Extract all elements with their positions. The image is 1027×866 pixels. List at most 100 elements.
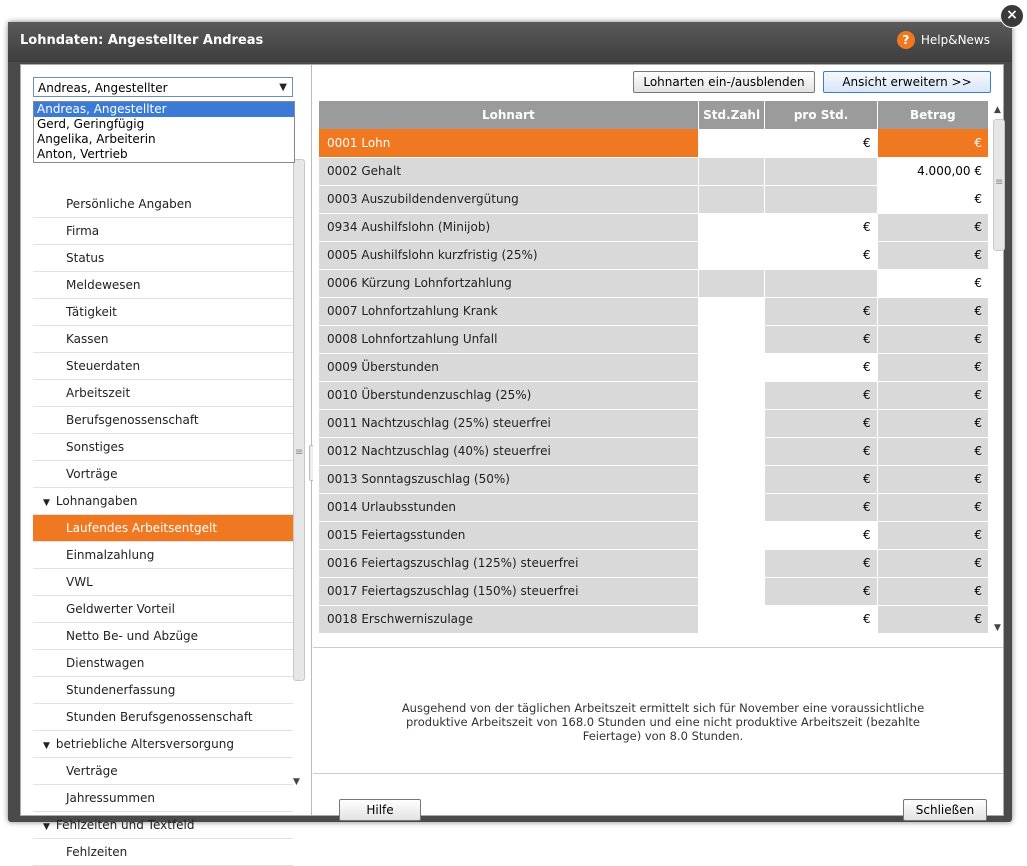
table-row[interactable]: 0010 Überstundenzuschlag (25%) € € xyxy=(319,381,990,410)
amount-cell[interactable]: € xyxy=(877,325,990,354)
amount-cell[interactable]: € xyxy=(877,549,990,578)
nav-item-vorträge[interactable]: Vorträge xyxy=(33,461,293,488)
table-row[interactable]: 0014 Urlaubsstunden € € xyxy=(319,493,990,522)
chevron-down-icon[interactable]: ▼ xyxy=(279,78,287,98)
nav-label[interactable]: Lohnangaben xyxy=(56,494,138,508)
amount-cell[interactable]: € xyxy=(877,381,990,410)
amount-cell[interactable]: € xyxy=(877,577,990,606)
scroll-down-arrow-icon[interactable]: ▼ xyxy=(293,777,300,787)
hours-cell[interactable] xyxy=(698,437,766,466)
rate-per-hour-cell[interactable]: € xyxy=(764,493,878,522)
employee-option[interactable]: Andreas, Angestellter xyxy=(34,102,294,117)
table-row[interactable]: 0001 Lohn € € xyxy=(319,129,990,158)
amount-cell[interactable]: € xyxy=(877,185,990,214)
hours-cell[interactable] xyxy=(698,549,766,578)
rate-per-hour-cell[interactable]: € xyxy=(764,605,878,634)
rate-per-hour-cell[interactable]: € xyxy=(764,325,878,354)
amount-cell[interactable]: € xyxy=(877,297,990,326)
amount-cell[interactable]: 4.000,00 € xyxy=(877,157,990,186)
nav-item-vwl[interactable]: VWL xyxy=(33,569,293,596)
expand-triangle-icon[interactable]: ▼ xyxy=(43,741,50,751)
rate-per-hour-cell[interactable] xyxy=(764,185,878,214)
table-row[interactable]: 0934 Aushilfslohn (Minijob) € € xyxy=(319,213,990,242)
nav-label[interactable]: Verträge xyxy=(66,764,118,778)
nav-label[interactable]: Stundenerfassung xyxy=(66,683,175,697)
nav-item-tätigkeit[interactable]: Tätigkeit xyxy=(33,299,293,326)
nav-item-meldewesen[interactable]: Meldewesen xyxy=(33,272,293,299)
nav-item-kassen[interactable]: Kassen xyxy=(33,326,293,353)
hours-cell[interactable] xyxy=(698,521,766,550)
close-dialog-button[interactable]: Schließen xyxy=(903,799,987,821)
table-scrollbar[interactable]: ▲ ≡ ▼ xyxy=(991,101,1005,641)
hours-cell[interactable] xyxy=(698,493,766,522)
expand-triangle-icon[interactable]: ▼ xyxy=(43,498,50,508)
rate-per-hour-cell[interactable]: € xyxy=(764,297,878,326)
nav-item-verträge[interactable]: Verträge xyxy=(33,758,293,785)
hours-cell[interactable] xyxy=(698,605,766,634)
amount-cell[interactable]: € xyxy=(877,493,990,522)
rate-per-hour-cell[interactable]: € xyxy=(764,213,878,242)
rate-per-hour-cell[interactable] xyxy=(764,269,878,298)
nav-label[interactable]: Einmalzahlung xyxy=(66,548,154,562)
nav-item-dienstwagen[interactable]: Dienstwagen xyxy=(33,650,293,677)
amount-cell[interactable]: € xyxy=(877,437,990,466)
nav-item-laufendes-arbeitsentgelt[interactable]: Laufendes Arbeitsentgelt xyxy=(33,515,293,542)
nav-label[interactable]: Geldwerter Vorteil xyxy=(66,602,175,616)
toggle-wage-types-button[interactable]: Lohnarten ein-/ausblenden xyxy=(633,71,815,93)
nav-label[interactable]: Persönliche Angaben xyxy=(66,197,192,211)
table-row[interactable]: 0005 Aushilfslohn kurzfristig (25%) € € xyxy=(319,241,990,270)
hours-cell[interactable] xyxy=(698,269,766,298)
nav-label[interactable]: Sonstiges xyxy=(66,440,124,454)
rate-per-hour-cell[interactable]: € xyxy=(764,353,878,382)
table-row[interactable]: 0009 Überstunden € € xyxy=(319,353,990,382)
nav-item-status[interactable]: Status xyxy=(33,245,293,272)
nav-label[interactable]: Tätigkeit xyxy=(66,305,117,319)
rate-per-hour-cell[interactable]: € xyxy=(764,241,878,270)
nav-item-stunden-berufsgenossenschaft[interactable]: Stunden Berufsgenossenschaft xyxy=(33,704,293,731)
hours-cell[interactable] xyxy=(698,577,766,606)
hours-cell[interactable] xyxy=(698,353,766,382)
amount-cell[interactable]: € xyxy=(877,521,990,550)
nav-label[interactable]: Vorträge xyxy=(66,467,118,481)
amount-cell[interactable]: € xyxy=(877,213,990,242)
nav-label[interactable]: Steuerdaten xyxy=(66,359,140,373)
nav-item-jahressummen[interactable]: Jahressummen xyxy=(33,785,293,812)
hours-cell[interactable] xyxy=(698,241,766,270)
help-news-label[interactable]: Help&News xyxy=(921,33,990,47)
employee-option[interactable]: Anton, Vertrieb xyxy=(34,147,294,162)
table-row[interactable]: 0003 Auszubildendenvergütung € xyxy=(319,185,990,214)
nav-item-arbeitszeit[interactable]: Arbeitszeit xyxy=(33,380,293,407)
nav-group-betriebliche-altersversorgung[interactable]: ▼ betriebliche Altersversorgung xyxy=(33,731,293,758)
nav-label[interactable]: Netto Be- und Abzüge xyxy=(66,629,198,643)
nav-label[interactable]: Laufendes Arbeitsentgelt xyxy=(66,521,217,535)
scroll-up-arrow-icon[interactable]: ▲ xyxy=(994,105,1001,115)
question-icon[interactable]: ? xyxy=(896,31,915,49)
employee-select-value[interactable]: Andreas, Angestellter xyxy=(38,81,168,95)
nav-label[interactable]: betriebliche Altersversorgung xyxy=(56,737,234,751)
nav-scrollbar-thumb[interactable] xyxy=(293,159,305,681)
nav-item-netto-be-und-abzüge[interactable]: Netto Be- und Abzüge xyxy=(33,623,293,650)
nav-label[interactable]: Fehlzeiten und Textfeld xyxy=(56,818,195,832)
table-row[interactable]: 0016 Feiertagszuschlag (125%) steuerfrei… xyxy=(319,549,990,578)
nav-item-berufsgenossenschaft[interactable]: Berufsgenossenschaft xyxy=(33,407,293,434)
close-icon[interactable]: × xyxy=(1000,4,1024,28)
nav-item-persönliche-angaben[interactable]: Persönliche Angaben xyxy=(33,191,293,218)
rate-per-hour-cell[interactable] xyxy=(764,157,878,186)
table-row[interactable]: 0012 Nachtzuschlag (40%) steuerfrei € € xyxy=(319,437,990,466)
nav-label[interactable]: Kassen xyxy=(66,332,109,346)
hours-cell[interactable] xyxy=(698,297,766,326)
rate-per-hour-cell[interactable]: € xyxy=(764,549,878,578)
rate-per-hour-cell[interactable]: € xyxy=(764,409,878,438)
amount-cell[interactable]: € xyxy=(877,465,990,494)
nav-item-steuerdaten[interactable]: Steuerdaten xyxy=(33,353,293,380)
nav-label[interactable]: Arbeitszeit xyxy=(66,386,130,400)
hours-cell[interactable] xyxy=(698,465,766,494)
hours-cell[interactable] xyxy=(698,129,766,158)
table-row[interactable]: 0017 Feiertagszuschlag (150%) steuerfrei… xyxy=(319,577,990,606)
amount-cell[interactable]: € xyxy=(877,269,990,298)
table-row[interactable]: 0008 Lohnfortzahlung Unfall € € xyxy=(319,325,990,354)
table-row[interactable]: 0006 Kürzung Lohnfortzahlung € xyxy=(319,269,990,298)
rate-per-hour-cell[interactable]: € xyxy=(764,437,878,466)
nav-item-geldwerter-vorteil[interactable]: Geldwerter Vorteil xyxy=(33,596,293,623)
nav-group-lohnangaben[interactable]: ▼ Lohnangaben xyxy=(33,488,293,515)
